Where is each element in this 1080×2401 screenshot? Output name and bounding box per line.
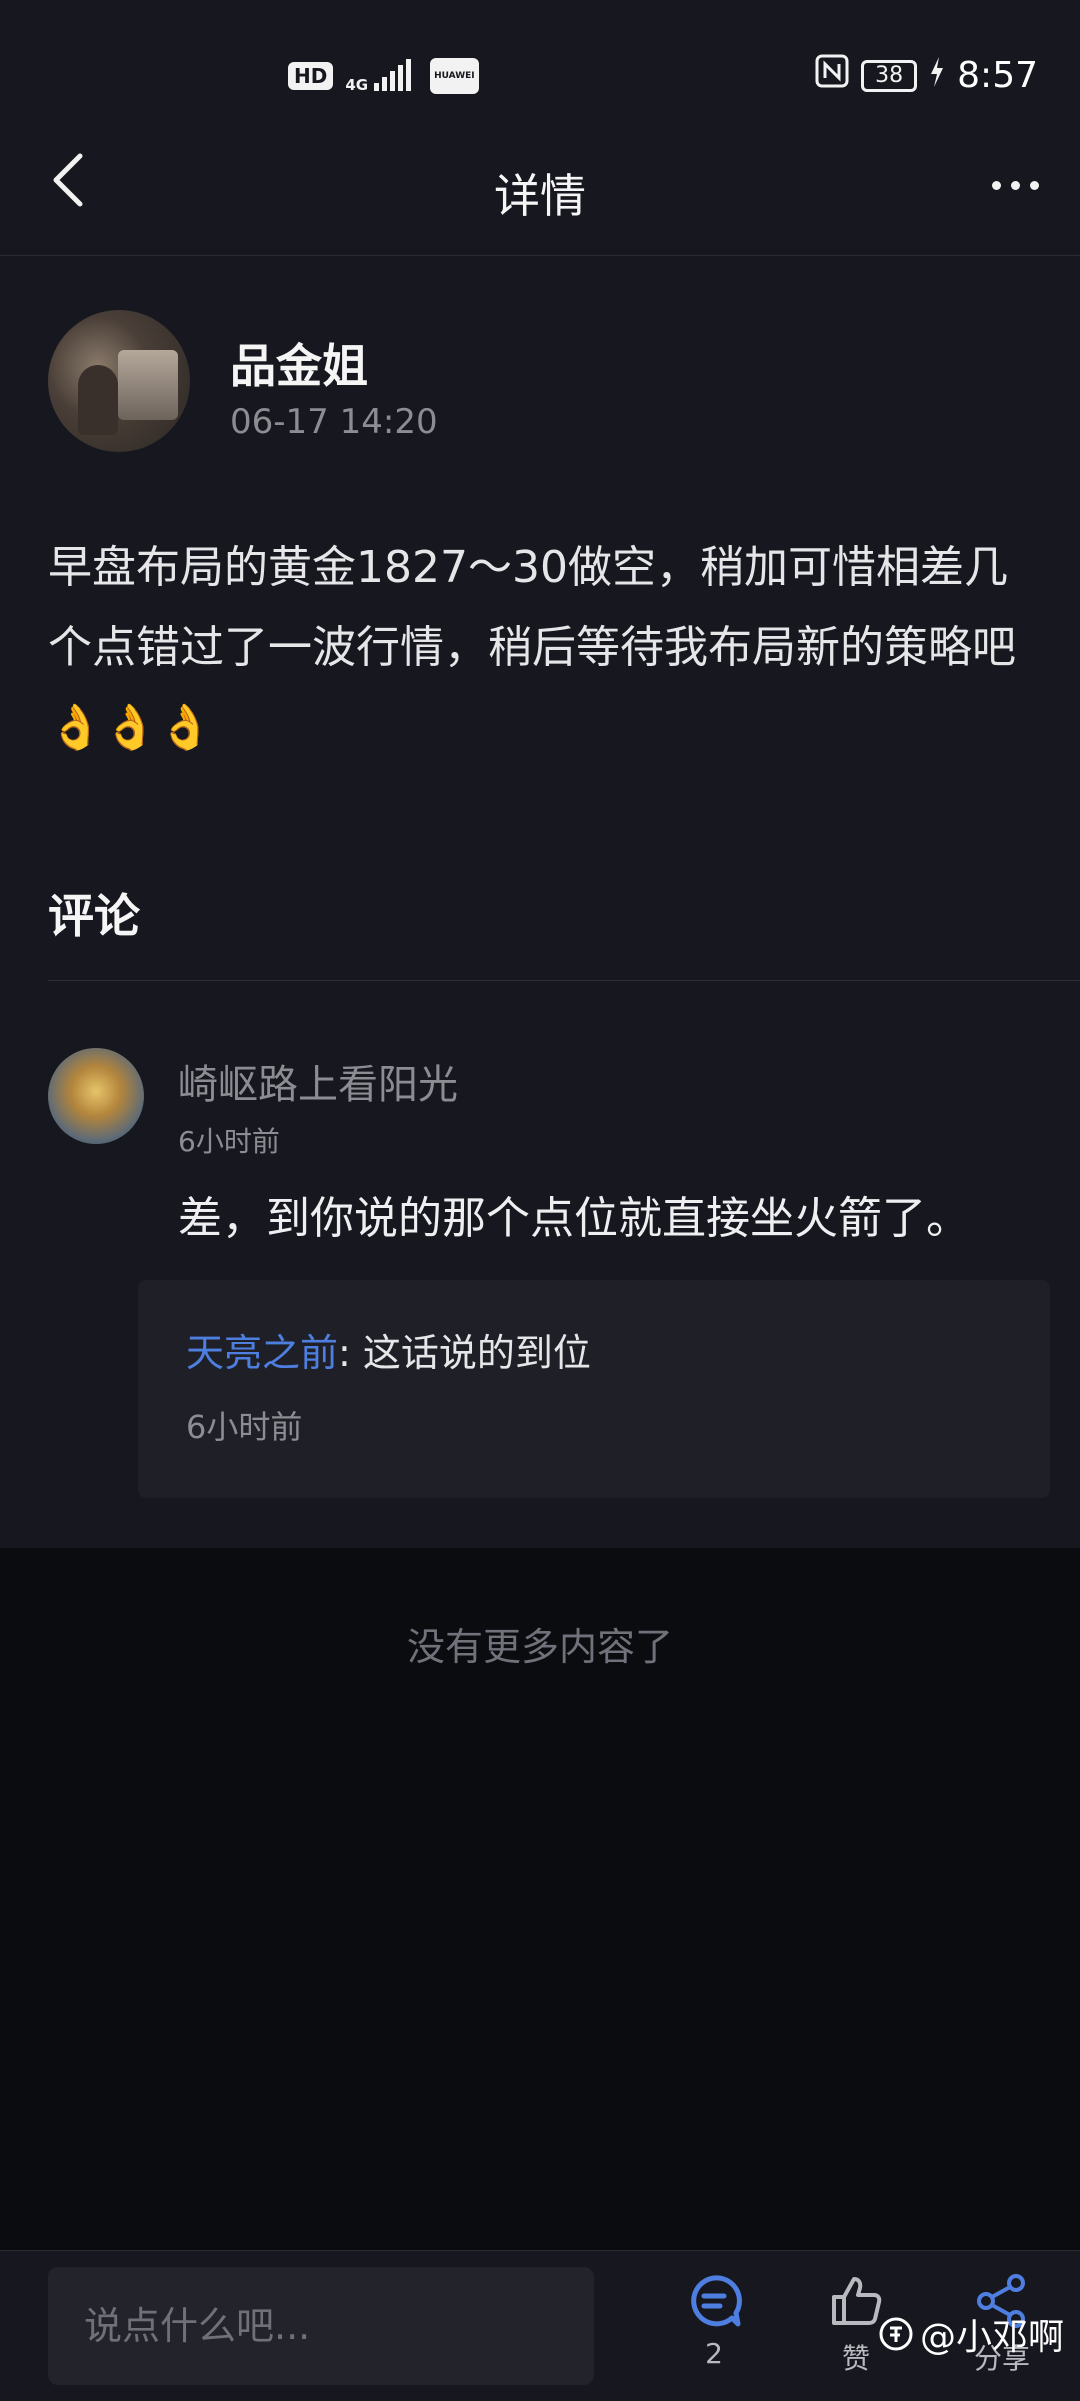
charging-icon <box>929 55 945 96</box>
clock: 8:57 <box>957 55 1038 96</box>
nav-bar: 详情 <box>0 130 1080 256</box>
reply-box[interactable]: 天亮之前: 这话说的到位 6小时前 <box>138 1280 1050 1498</box>
comment-text[interactable]: 差，到你说的那个点位就直接坐火箭了。 <box>178 1182 1078 1246</box>
watermark: @小邓啊 <box>878 2308 1064 2360</box>
battery-icon: 38 <box>861 59 918 92</box>
post-header: 品金姐 06-17 14:20 <box>48 310 1038 460</box>
commenter-name[interactable]: 崎岖路上看阳光 <box>178 1052 458 1110</box>
reply-timestamp: 6小时前 <box>186 1408 303 1446</box>
nfc-icon <box>815 54 849 97</box>
no-more-content-label: 没有更多内容了 <box>406 1625 673 1669</box>
page-title: 详情 <box>494 169 586 223</box>
post-content: 早盘布局的黄金1827～30做空，稍加可惜相差几个点错过了一波行情，稍后等待我布… <box>48 542 1016 753</box>
reply-username[interactable]: 天亮之前 <box>186 1331 338 1375</box>
comments-heading: 评论 <box>48 889 140 943</box>
huawei-app-icon: HUAWEI <box>430 58 479 94</box>
reply-text: 这话说的到位 <box>362 1331 591 1375</box>
weibo-logo-icon <box>879 2317 913 2351</box>
comment-count: 2 <box>705 2337 723 2370</box>
reply-separator: : <box>338 1331 363 1375</box>
more-dot <box>1029 180 1039 190</box>
status-bar: HD 4G HUAWEI 38 8:57 <box>0 0 1080 130</box>
comment-button[interactable]: 2 <box>664 2273 764 2393</box>
divider <box>48 980 1080 981</box>
reply-line: 天亮之前: 这话说的到位 <box>186 1322 591 1377</box>
comment-input[interactable] <box>48 2267 594 2385</box>
status-left-icons: HD 4G HUAWEI <box>288 58 479 94</box>
thumbs-up-icon <box>832 2277 882 2325</box>
watermark-text: @小邓啊 <box>919 2317 1064 2358</box>
network-label: 4G <box>345 76 369 94</box>
more-dot <box>991 180 1001 190</box>
author-name[interactable]: 品金姐 <box>230 330 368 396</box>
more-options-button[interactable] <box>980 160 1050 210</box>
signal-icon: 4G <box>345 59 418 93</box>
commenter-avatar[interactable] <box>48 1048 144 1144</box>
comment-timestamp: 6小时前 <box>178 1125 280 1158</box>
more-dot <box>1010 180 1020 190</box>
avatar-image-detail <box>78 365 118 435</box>
author-avatar[interactable] <box>48 310 190 452</box>
comment-bubble-icon <box>691 2275 742 2327</box>
content-end-area: 没有更多内容了 <box>0 1548 1080 2250</box>
post-timestamp: 06-17 14:20 <box>230 402 438 442</box>
avatar-image-detail <box>118 350 178 420</box>
hd-badge: HD <box>288 62 334 90</box>
status-right-icons: 38 8:57 <box>815 54 1038 97</box>
